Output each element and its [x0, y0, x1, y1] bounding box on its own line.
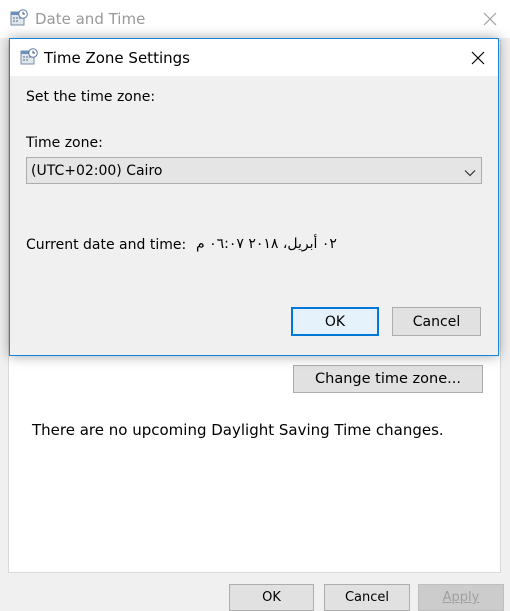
parent-cancel-button[interactable]: Cancel — [324, 584, 410, 611]
dialog-titlebar[interactable]: Time Zone Settings — [10, 39, 498, 76]
change-time-zone-button[interactable]: Change time zone... — [293, 365, 483, 393]
dialog-cancel-button[interactable]: Cancel — [392, 307, 481, 336]
apply-button-label: Apply — [442, 590, 480, 605]
parent-window-title: Date and Time — [35, 10, 146, 28]
time-zone-selected-value: (UTC+02:00) Cairo — [31, 163, 163, 179]
close-icon — [471, 51, 485, 64]
time-zone-label: Time zone: — [26, 135, 103, 151]
chevron-down-icon — [464, 166, 476, 177]
current-date-time-label: Current date and time: — [26, 237, 187, 253]
calendar-clock-icon — [10, 9, 28, 27]
current-date-time-value: ٠٢ أبريل، ٢٠١٨ ٠٦:٠٧ م — [196, 236, 337, 252]
time-zone-settings-dialog: Time Zone Settings Set the time zone: Ti… — [9, 38, 499, 356]
apply-button[interactable]: Apply — [418, 584, 504, 611]
time-zone-dropdown[interactable]: (UTC+02:00) Cairo — [26, 157, 482, 184]
parent-titlebar[interactable]: Date and Time — [0, 0, 510, 38]
set-time-zone-label: Set the time zone: — [26, 89, 156, 105]
parent-ok-button[interactable]: OK — [229, 584, 314, 611]
dst-message: There are no upcoming Daylight Saving Ti… — [32, 421, 444, 439]
dialog-close-button[interactable] — [464, 44, 492, 71]
calendar-clock-icon — [20, 48, 38, 66]
close-icon — [483, 12, 497, 26]
parent-close-button[interactable] — [476, 6, 504, 32]
dialog-title: Time Zone Settings — [44, 49, 190, 67]
dialog-ok-button[interactable]: OK — [291, 307, 379, 336]
